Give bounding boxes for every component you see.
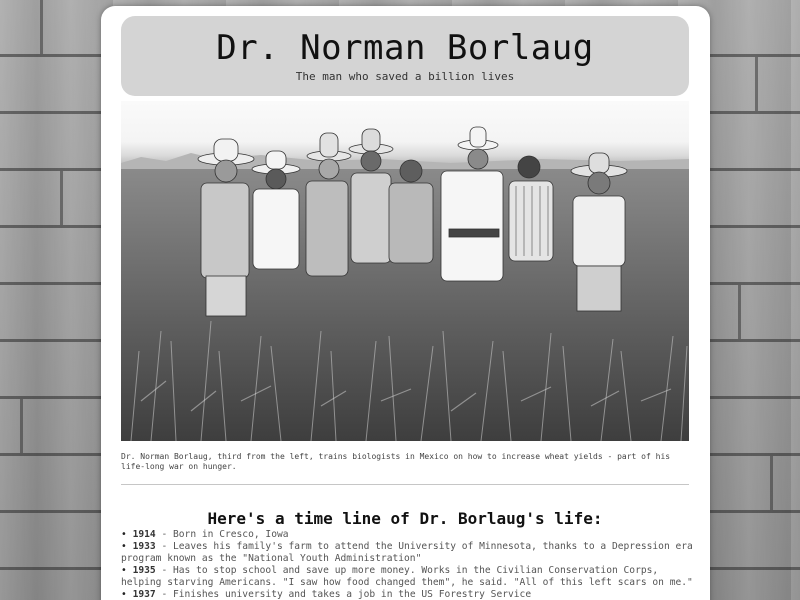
page-subtitle: The man who saved a billion lives: [295, 70, 515, 83]
wood-seam: [40, 0, 43, 54]
timeline-year: 1933: [132, 541, 156, 552]
timeline-text: Leaves his family's farm to attend the U…: [121, 541, 693, 564]
bullet-icon: •: [121, 565, 127, 576]
timeline-year: 1935: [132, 565, 156, 576]
timeline-text: Has to stop school and save up more mone…: [121, 565, 693, 588]
content-card: Dr. Norman Borlaug The man who saved a b…: [101, 6, 710, 600]
timeline-item: • 1914 - Born in Cresco, Iowa: [121, 529, 693, 541]
wood-seam: [738, 285, 741, 339]
field-photo: [121, 101, 689, 441]
timeline-item: • 1937 - Finishes university and takes a…: [121, 589, 693, 600]
photo-caption: Dr. Norman Borlaug, third from the left,…: [121, 452, 671, 471]
wood-seam: [755, 57, 758, 111]
wood-seam: [770, 456, 773, 510]
timeline-text: Finishes university and takes a job in t…: [173, 589, 532, 600]
timeline-separator: -: [155, 541, 173, 552]
timeline-text: Born in Cresco, Iowa: [173, 529, 289, 540]
timeline-item: • 1935 - Has to stop school and save up …: [121, 565, 693, 589]
timeline-heading: Here's a time line of Dr. Borlaug's life…: [207, 509, 603, 528]
field-photo-illustration: [121, 126, 689, 441]
timeline-separator: -: [155, 565, 173, 576]
bullet-icon: •: [121, 529, 127, 540]
timeline-separator: -: [155, 589, 173, 600]
section-divider: [121, 484, 689, 485]
timeline-list: • 1914 - Born in Cresco, Iowa • 1933 - L…: [121, 529, 693, 600]
timeline-year: 1937: [132, 589, 156, 600]
page-header: Dr. Norman Borlaug The man who saved a b…: [121, 16, 689, 96]
timeline-year: 1914: [132, 529, 156, 540]
page-title: Dr. Norman Borlaug: [216, 28, 594, 68]
timeline-item: • 1933 - Leaves his family's farm to att…: [121, 541, 693, 565]
bullet-icon: •: [121, 541, 127, 552]
wood-seam: [60, 171, 63, 225]
wood-seam: [20, 399, 23, 453]
bullet-icon: •: [121, 589, 127, 600]
timeline-separator: -: [155, 529, 173, 540]
